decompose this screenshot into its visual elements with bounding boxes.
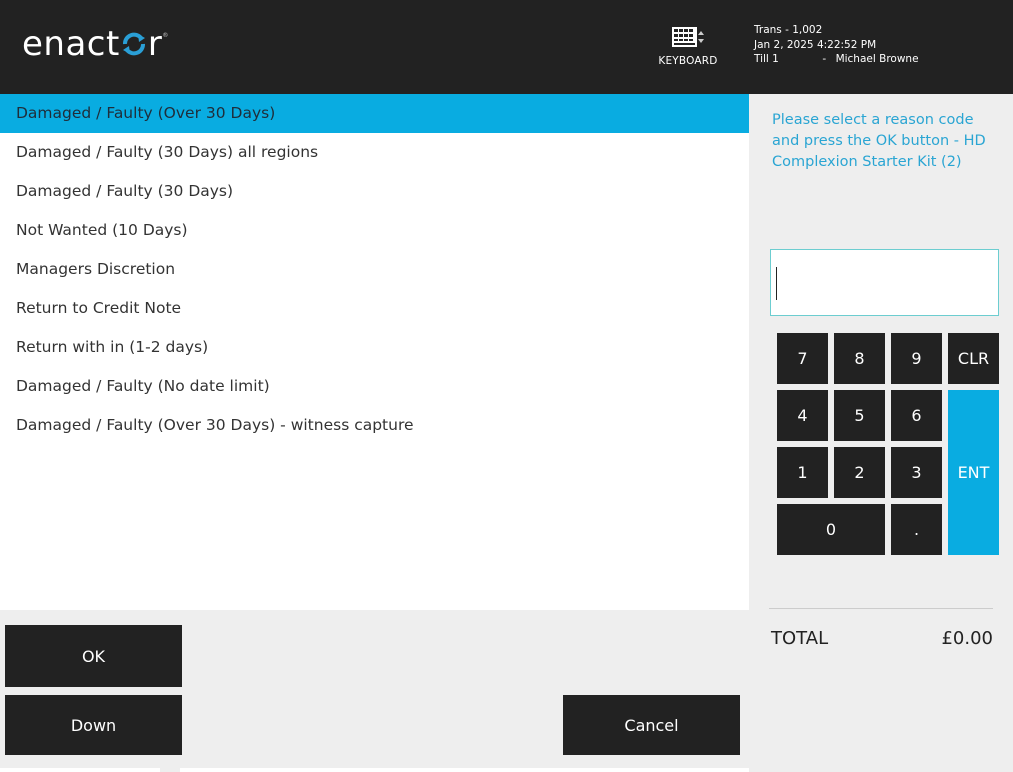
total-divider — [769, 608, 993, 609]
key-5[interactable]: 5 — [834, 390, 885, 441]
key-4[interactable]: 4 — [777, 390, 828, 441]
key-7[interactable]: 7 — [777, 333, 828, 384]
key-clear[interactable]: CLR — [948, 333, 999, 384]
side-panel: Please select a reason code and press th… — [749, 94, 1013, 772]
reason-item[interactable]: Damaged / Faulty (Over 30 Days) - witnes… — [0, 406, 749, 445]
reason-item[interactable]: Return with in (1-2 days) — [0, 328, 749, 367]
header-bar: enact r ® KEYBOARD Trans - 1,002 Jan 2, … — [0, 0, 1013, 94]
reason-item[interactable]: Return to Credit Note — [0, 289, 749, 328]
reason-item[interactable]: Not Wanted (10 Days) — [0, 211, 749, 250]
entry-field[interactable] — [770, 249, 999, 316]
ok-button[interactable]: OK — [5, 625, 182, 687]
logo-text-end: r — [147, 24, 163, 64]
reason-item[interactable]: Damaged / Faulty (30 Days) all regions — [0, 133, 749, 172]
key-decimal[interactable]: . — [891, 504, 942, 555]
reason-item[interactable]: Damaged / Faulty (30 Days) — [0, 172, 749, 211]
transaction-datetime: Jan 2, 2025 4:22:52 PM — [754, 38, 877, 51]
keyboard-label: KEYBOARD — [658, 55, 718, 67]
key-3[interactable]: 3 — [891, 447, 942, 498]
key-8[interactable]: 8 — [834, 333, 885, 384]
enactor-logo: enact r ® — [22, 24, 169, 64]
key-6[interactable]: 6 — [891, 390, 942, 441]
keyboard-icon — [672, 27, 704, 47]
logo-trademark: ® — [162, 32, 169, 39]
till-number: Till 1 — [754, 53, 779, 65]
reason-item[interactable]: Damaged / Faulty (No date limit) — [0, 367, 749, 406]
logo-refresh-ring-icon — [122, 32, 145, 56]
scroll-stub — [160, 768, 180, 772]
prompt-message: Please select a reason code and press th… — [772, 112, 986, 170]
down-button[interactable]: Down — [5, 695, 182, 755]
transaction-info: Trans - 1,002 Jan 2, 2025 4:22:52 PM Til… — [754, 23, 919, 67]
keyboard-button[interactable]: KEYBOARD — [655, 26, 721, 67]
key-2[interactable]: 2 — [834, 447, 885, 498]
key-1[interactable]: 1 — [777, 447, 828, 498]
till-operator-line: Till 1 - Michael Browne — [754, 52, 919, 67]
operator-name: Michael Browne — [835, 53, 919, 65]
cancel-button[interactable]: Cancel — [563, 695, 740, 755]
key-0[interactable]: 0 — [777, 504, 885, 555]
key-9[interactable]: 9 — [891, 333, 942, 384]
action-bar: OK Down Cancel — [0, 610, 749, 768]
key-enter[interactable]: ENT — [948, 390, 999, 555]
total-label: TOTAL — [771, 628, 829, 649]
transaction-number: Trans - 1,002 — [754, 24, 823, 36]
total-value: £0.00 — [941, 628, 993, 649]
text-caret — [776, 267, 777, 300]
reason-item[interactable]: Managers Discretion — [0, 250, 749, 289]
reason-code-list: Damaged / Faulty (Over 30 Days) Damaged … — [0, 94, 749, 610]
logo-text: enact — [22, 24, 120, 64]
till-separator: - — [822, 53, 827, 65]
reason-item[interactable]: Damaged / Faulty (Over 30 Days) — [0, 94, 749, 133]
